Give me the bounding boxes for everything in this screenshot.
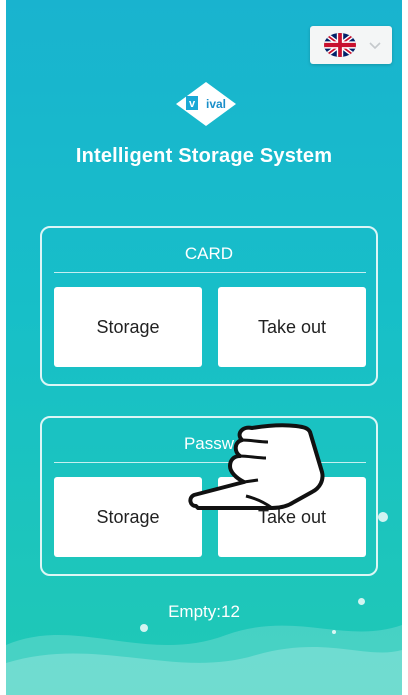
uk-flag-icon bbox=[324, 33, 356, 57]
password-storage-button[interactable]: Storage bbox=[54, 477, 202, 557]
card-panel: CARD Storage Take out bbox=[40, 226, 378, 386]
vival-logo: v ival bbox=[176, 82, 236, 126]
decor-dot bbox=[140, 624, 148, 632]
language-selector[interactable] bbox=[310, 26, 392, 64]
svg-text:v: v bbox=[189, 98, 196, 110]
app-screen: v ival Intelligent Storage System CARD S… bbox=[6, 0, 402, 695]
chevron-down-icon bbox=[369, 42, 381, 50]
card-panel-title: CARD bbox=[184, 244, 234, 263]
card-takeout-button[interactable]: Take out bbox=[218, 287, 366, 367]
card-storage-button[interactable]: Storage bbox=[54, 287, 202, 367]
pointing-hand-icon bbox=[188, 423, 325, 510]
divider bbox=[54, 272, 366, 273]
empty-lockers-count: Empty:12 bbox=[168, 602, 240, 621]
decor-dot bbox=[378, 512, 388, 522]
app-title: Intelligent Storage System bbox=[75, 145, 333, 167]
decor-dot bbox=[332, 630, 336, 634]
svg-text:ival: ival bbox=[206, 97, 226, 111]
